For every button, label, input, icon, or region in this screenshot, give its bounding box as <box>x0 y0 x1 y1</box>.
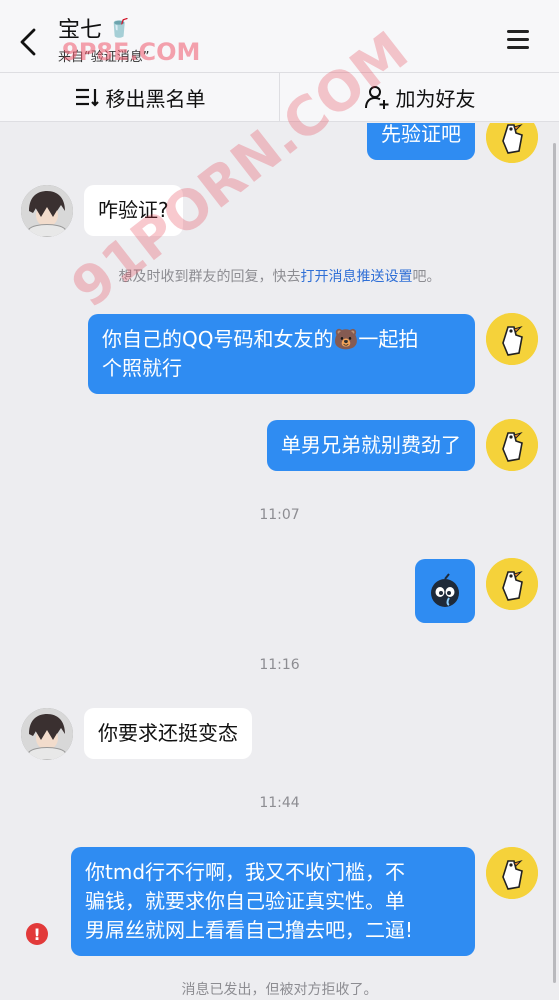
open-push-settings-link[interactable]: 打开消息推送设置 <box>301 269 413 285</box>
self-avatar[interactable] <box>486 313 538 365</box>
back-chevron-icon <box>20 28 36 56</box>
timestamp: 11:16 <box>259 657 300 673</box>
add-friend-button[interactable]: 加为好友 <box>279 73 559 121</box>
tip-suffix: 吧。 <box>412 269 441 285</box>
self-avatar[interactable] <box>486 419 538 471</box>
drink-emoji-icon: 🥤 <box>108 17 131 39</box>
remove-blacklist-label: 移出黑名单 <box>105 86 206 111</box>
message-bubble-contact[interactable]: 你要求还挺变态 <box>84 708 252 759</box>
self-avatar[interactable] <box>486 123 538 163</box>
hamburger-menu-icon <box>507 30 529 49</box>
timestamp: 11:44 <box>259 795 300 811</box>
self-avatar[interactable] <box>486 558 538 610</box>
message-line: 你tmd行不行啊，我又不收门槛，不 <box>85 860 406 884</box>
anime-boy-avatar-icon <box>21 185 73 237</box>
crying-bomb-sticker-icon <box>431 573 459 607</box>
message-line: 你自己的QQ号码和女友的🐻一起拍 <box>102 327 419 351</box>
push-setting-tip: 想及时收到群友的回复，快去打开消息推送设置吧。 <box>0 266 559 286</box>
remove-blacklist-button[interactable]: 移出黑名单 <box>0 73 279 121</box>
message-bubble-contact[interactable]: 咋验证? <box>84 185 183 236</box>
title-block: 宝七 🥤 来自“验证消息” <box>58 12 150 66</box>
rejected-tip: 消息已发出，但被对方拒收了。 <box>181 982 378 998</box>
message-line: 男屌丝就网上看看自己撸去吧，二逼! <box>85 918 414 942</box>
contact-name: 宝七 <box>58 18 103 43</box>
self-avatar[interactable] <box>486 847 538 899</box>
anime-boy-avatar-icon <box>21 708 73 760</box>
chat-area[interactable]: 先验证吧 咋验证? 想及时收到群友的回复，快去打开消息推送设置吧。 你自己的QQ… <box>0 123 559 1000</box>
add-friend-label: 加为好友 <box>395 86 476 111</box>
message-bubble-self[interactable]: 单男兄弟就别费劲了 <box>267 420 475 471</box>
action-bar: 移出黑名单 加为好友 <box>0 72 559 122</box>
message-line: 个照就行 <box>102 356 182 380</box>
sticker-message[interactable] <box>415 559 475 623</box>
add-user-icon <box>364 86 388 109</box>
tip-prefix: 想及时收到群友的回复，快去 <box>118 269 301 285</box>
message-bubble-self[interactable]: 你tmd行不行啊，我又不收门槛，不 骗钱，就要求你自己验证真实性。单 男屌丝就网… <box>71 847 475 956</box>
message-bubble-self[interactable]: 你自己的QQ号码和女友的🐻一起拍 个照就行 <box>88 314 475 394</box>
message-bubble-self[interactable]: 先验证吧 <box>367 123 475 160</box>
chat-title: 宝七 🥤 <box>58 12 149 44</box>
duck-avatar-icon <box>486 558 538 610</box>
timestamp: 11:07 <box>259 507 300 523</box>
duck-avatar-icon <box>486 123 538 163</box>
contact-avatar[interactable] <box>21 185 73 237</box>
chat-header: 宝七 🥤 来自“验证消息” <box>0 0 559 72</box>
duck-avatar-icon <box>486 847 538 899</box>
send-failed-icon[interactable]: ! <box>26 923 48 945</box>
scrollbar[interactable] <box>553 143 556 983</box>
chat-subtitle: 来自“验证消息” <box>58 50 150 65</box>
contact-avatar[interactable] <box>21 708 73 760</box>
message-line: 骗钱，就要求你自己验证真实性。单 <box>85 889 405 913</box>
menu-button[interactable] <box>507 30 529 52</box>
list-remove-icon <box>75 88 99 107</box>
back-button[interactable] <box>14 24 44 60</box>
duck-avatar-icon <box>486 419 538 471</box>
duck-avatar-icon <box>486 313 538 365</box>
